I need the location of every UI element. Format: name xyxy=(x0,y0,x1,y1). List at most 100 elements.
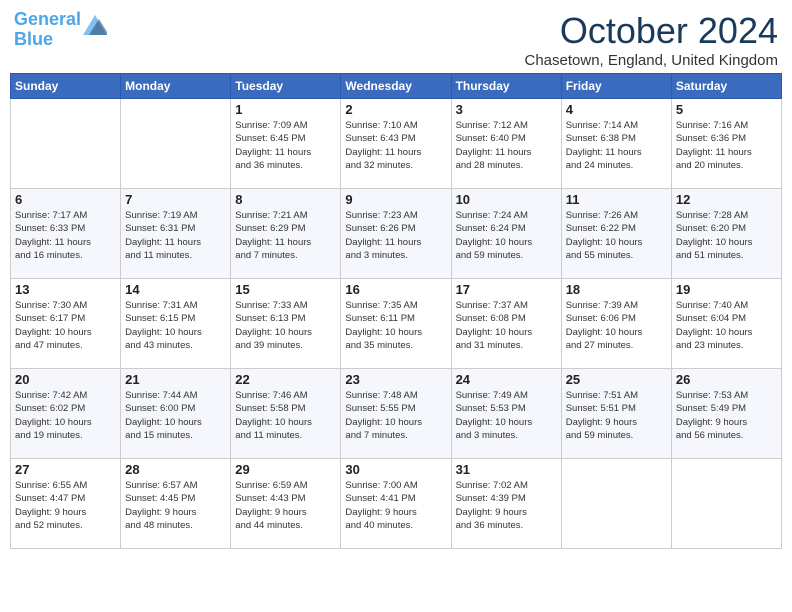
calendar-cell: 28 Sunrise: 6:57 AM Sunset: 4:45 PM Dayli… xyxy=(121,459,231,549)
week-row-1: 1 Sunrise: 7:09 AM Sunset: 6:45 PM Daylig… xyxy=(11,99,782,189)
day-info: Sunrise: 7:30 AM Sunset: 6:17 PM Dayligh… xyxy=(15,299,116,352)
day-number: 14 xyxy=(125,282,226,297)
day-number: 6 xyxy=(15,192,116,207)
day-info: Sunrise: 7:12 AM Sunset: 6:40 PM Dayligh… xyxy=(456,119,557,172)
day-info: Sunrise: 7:39 AM Sunset: 6:06 PM Dayligh… xyxy=(566,299,667,352)
calendar-cell: 10 Sunrise: 7:24 AM Sunset: 6:24 PM Dayli… xyxy=(451,189,561,279)
calendar-cell: 16 Sunrise: 7:35 AM Sunset: 6:11 PM Dayli… xyxy=(341,279,451,369)
calendar-cell: 6 Sunrise: 7:17 AM Sunset: 6:33 PM Daylig… xyxy=(11,189,121,279)
day-info: Sunrise: 7:21 AM Sunset: 6:29 PM Dayligh… xyxy=(235,209,336,262)
calendar-cell: 3Sunrise: 7:12 AM Sunset: 6:40 PM Daylig… xyxy=(451,99,561,189)
calendar-cell: 27 Sunrise: 6:55 AM Sunset: 4:47 PM Dayli… xyxy=(11,459,121,549)
day-info: Sunrise: 7:51 AM Sunset: 5:51 PM Dayligh… xyxy=(566,389,667,442)
calendar-cell: 5 Sunrise: 7:16 AM Sunset: 6:36 PM Daylig… xyxy=(671,99,781,189)
day-info: Sunrise: 7:42 AM Sunset: 6:02 PM Dayligh… xyxy=(15,389,116,442)
calendar-cell: 11 Sunrise: 7:26 AM Sunset: 6:22 PM Dayli… xyxy=(561,189,671,279)
title-section: October 2024 Chasetown, England, United … xyxy=(525,10,779,69)
weekday-header-friday: Friday xyxy=(561,74,671,99)
day-info: Sunrise: 7:16 AM Sunset: 6:36 PM Dayligh… xyxy=(676,119,777,172)
day-number: 19 xyxy=(676,282,777,297)
day-info: Sunrise: 7:02 AM Sunset: 4:39 PM Dayligh… xyxy=(456,479,557,532)
day-number: 30 xyxy=(345,462,446,477)
calendar-cell: 25 Sunrise: 7:51 AM Sunset: 5:51 PM Dayli… xyxy=(561,369,671,459)
logo-text: GeneralBlue xyxy=(14,10,81,50)
day-number: 7 xyxy=(125,192,226,207)
day-number: 8 xyxy=(235,192,336,207)
logo: GeneralBlue xyxy=(14,10,107,50)
day-info: Sunrise: 7:24 AM Sunset: 6:24 PM Dayligh… xyxy=(456,209,557,262)
calendar-cell: 21 Sunrise: 7:44 AM Sunset: 6:00 PM Dayli… xyxy=(121,369,231,459)
day-info: Sunrise: 7:40 AM Sunset: 6:04 PM Dayligh… xyxy=(676,299,777,352)
day-info: Sunrise: 7:17 AM Sunset: 6:33 PM Dayligh… xyxy=(15,209,116,262)
week-row-3: 13Sunrise: 7:30 AM Sunset: 6:17 PM Dayli… xyxy=(11,279,782,369)
day-info: Sunrise: 7:14 AM Sunset: 6:38 PM Dayligh… xyxy=(566,119,667,172)
weekday-header-monday: Monday xyxy=(121,74,231,99)
day-info: Sunrise: 7:26 AM Sunset: 6:22 PM Dayligh… xyxy=(566,209,667,262)
day-number: 20 xyxy=(15,372,116,387)
day-info: Sunrise: 7:00 AM Sunset: 4:41 PM Dayligh… xyxy=(345,479,446,532)
page-header: GeneralBlue October 2024 Chasetown, Engl… xyxy=(10,10,782,69)
day-number: 27 xyxy=(15,462,116,477)
day-info: Sunrise: 6:55 AM Sunset: 4:47 PM Dayligh… xyxy=(15,479,116,532)
calendar-cell: 13Sunrise: 7:30 AM Sunset: 6:17 PM Dayli… xyxy=(11,279,121,369)
day-number: 5 xyxy=(676,102,777,117)
day-number: 25 xyxy=(566,372,667,387)
week-row-5: 27 Sunrise: 6:55 AM Sunset: 4:47 PM Dayli… xyxy=(11,459,782,549)
calendar-cell: 31 Sunrise: 7:02 AM Sunset: 4:39 PM Dayli… xyxy=(451,459,561,549)
calendar-cell: 1 Sunrise: 7:09 AM Sunset: 6:45 PM Daylig… xyxy=(231,99,341,189)
weekday-header-sunday: Sunday xyxy=(11,74,121,99)
day-info: Sunrise: 7:19 AM Sunset: 6:31 PM Dayligh… xyxy=(125,209,226,262)
day-number: 28 xyxy=(125,462,226,477)
day-number: 21 xyxy=(125,372,226,387)
calendar-cell: 19 Sunrise: 7:40 AM Sunset: 6:04 PM Dayli… xyxy=(671,279,781,369)
calendar-cell: 7 Sunrise: 7:19 AM Sunset: 6:31 PM Daylig… xyxy=(121,189,231,279)
calendar-cell xyxy=(671,459,781,549)
calendar-cell: 26 Sunrise: 7:53 AM Sunset: 5:49 PM Dayli… xyxy=(671,369,781,459)
day-number: 9 xyxy=(345,192,446,207)
calendar-cell: 9 Sunrise: 7:23 AM Sunset: 6:26 PM Daylig… xyxy=(341,189,451,279)
calendar-cell: 12 Sunrise: 7:28 AM Sunset: 6:20 PM Dayli… xyxy=(671,189,781,279)
day-number: 18 xyxy=(566,282,667,297)
calendar-cell: 8 Sunrise: 7:21 AM Sunset: 6:29 PM Daylig… xyxy=(231,189,341,279)
day-info: Sunrise: 7:37 AM Sunset: 6:08 PM Dayligh… xyxy=(456,299,557,352)
day-info: Sunrise: 7:35 AM Sunset: 6:11 PM Dayligh… xyxy=(345,299,446,352)
day-info: Sunrise: 7:49 AM Sunset: 5:53 PM Dayligh… xyxy=(456,389,557,442)
day-info: Sunrise: 6:57 AM Sunset: 4:45 PM Dayligh… xyxy=(125,479,226,532)
calendar-cell: 22Sunrise: 7:46 AM Sunset: 5:58 PM Dayli… xyxy=(231,369,341,459)
calendar-cell: 24Sunrise: 7:49 AM Sunset: 5:53 PM Dayli… xyxy=(451,369,561,459)
weekday-header-row: SundayMondayTuesdayWednesdayThursdayFrid… xyxy=(11,74,782,99)
calendar-cell xyxy=(561,459,671,549)
weekday-header-tuesday: Tuesday xyxy=(231,74,341,99)
week-row-2: 6 Sunrise: 7:17 AM Sunset: 6:33 PM Daylig… xyxy=(11,189,782,279)
week-row-4: 20 Sunrise: 7:42 AM Sunset: 6:02 PM Dayli… xyxy=(11,369,782,459)
day-info: Sunrise: 7:44 AM Sunset: 6:00 PM Dayligh… xyxy=(125,389,226,442)
day-number: 12 xyxy=(676,192,777,207)
day-info: Sunrise: 7:48 AM Sunset: 5:55 PM Dayligh… xyxy=(345,389,446,442)
calendar-cell: 23Sunrise: 7:48 AM Sunset: 5:55 PM Dayli… xyxy=(341,369,451,459)
calendar-cell: 14 Sunrise: 7:31 AM Sunset: 6:15 PM Dayli… xyxy=(121,279,231,369)
location: Chasetown, England, United Kingdom xyxy=(525,52,779,69)
day-info: Sunrise: 7:09 AM Sunset: 6:45 PM Dayligh… xyxy=(235,119,336,172)
day-info: Sunrise: 6:59 AM Sunset: 4:43 PM Dayligh… xyxy=(235,479,336,532)
calendar-cell: 18 Sunrise: 7:39 AM Sunset: 6:06 PM Dayli… xyxy=(561,279,671,369)
logo-icon xyxy=(83,15,107,35)
day-number: 11 xyxy=(566,192,667,207)
day-info: Sunrise: 7:46 AM Sunset: 5:58 PM Dayligh… xyxy=(235,389,336,442)
day-number: 31 xyxy=(456,462,557,477)
day-info: Sunrise: 7:23 AM Sunset: 6:26 PM Dayligh… xyxy=(345,209,446,262)
day-number: 1 xyxy=(235,102,336,117)
weekday-header-thursday: Thursday xyxy=(451,74,561,99)
day-number: 10 xyxy=(456,192,557,207)
day-number: 16 xyxy=(345,282,446,297)
calendar: SundayMondayTuesdayWednesdayThursdayFrid… xyxy=(10,73,782,549)
day-number: 29 xyxy=(235,462,336,477)
weekday-header-saturday: Saturday xyxy=(671,74,781,99)
day-number: 26 xyxy=(676,372,777,387)
day-info: Sunrise: 7:28 AM Sunset: 6:20 PM Dayligh… xyxy=(676,209,777,262)
calendar-cell: 4Sunrise: 7:14 AM Sunset: 6:38 PM Daylig… xyxy=(561,99,671,189)
day-info: Sunrise: 7:53 AM Sunset: 5:49 PM Dayligh… xyxy=(676,389,777,442)
calendar-cell: 2Sunrise: 7:10 AM Sunset: 6:43 PM Daylig… xyxy=(341,99,451,189)
calendar-cell: 17Sunrise: 7:37 AM Sunset: 6:08 PM Dayli… xyxy=(451,279,561,369)
day-number: 15 xyxy=(235,282,336,297)
day-info: Sunrise: 7:31 AM Sunset: 6:15 PM Dayligh… xyxy=(125,299,226,352)
